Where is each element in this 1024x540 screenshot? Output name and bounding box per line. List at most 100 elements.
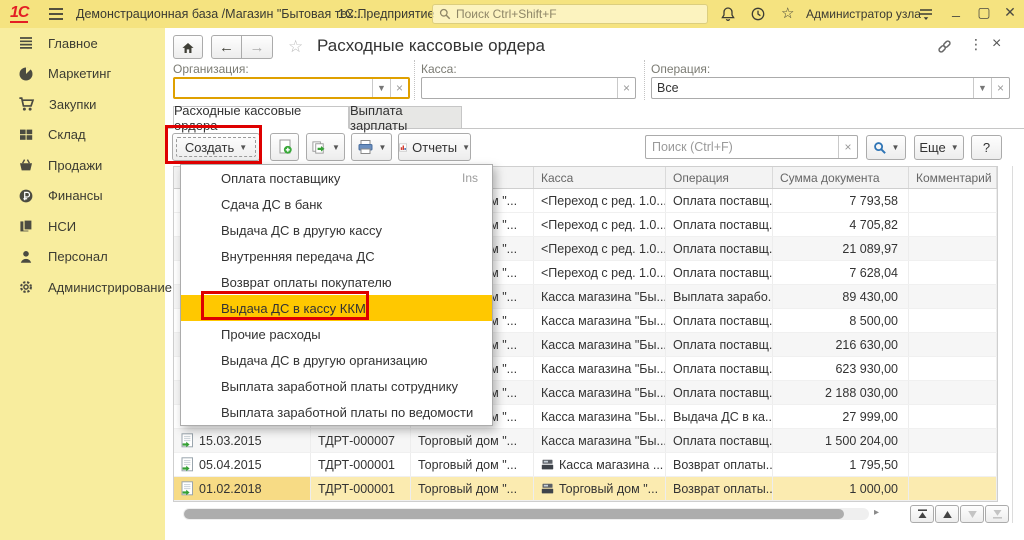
more-button[interactable]: Еще▼ [914, 135, 964, 160]
1c-logo[interactable]: 1С [10, 4, 28, 23]
home-button[interactable] [173, 35, 203, 59]
sidebar-item-basket[interactable]: Продажи [0, 150, 165, 181]
menu-item-10[interactable]: Выплата заработной платы по ведомости [181, 399, 492, 425]
sidebar-item-books[interactable]: НСИ [0, 211, 165, 242]
reports-button[interactable]: Отчеты▼ [398, 133, 471, 161]
operation-filter-input[interactable]: Все ▼ × [651, 77, 1010, 99]
kassa-value: <Переход с ред. 1.0... [541, 194, 666, 208]
org-clear-icon[interactable]: × [390, 79, 408, 97]
scroll-top-button[interactable] [910, 505, 934, 523]
sidebar-item-gear[interactable]: Администрирование [0, 272, 165, 303]
menu-item-label: Выдача ДС в другую организацию [221, 353, 428, 368]
column-header-kassa[interactable]: Касса [534, 167, 666, 188]
ruble-icon [18, 188, 34, 204]
create-new-icon-button[interactable] [270, 133, 299, 161]
forward-button[interactable]: → [242, 35, 273, 59]
global-search-placeholder: Поиск Ctrl+Shift+F [456, 7, 557, 21]
table-row[interactable]: 01.02.2018ТДРТ-000001Торговый дом "...То… [174, 477, 997, 501]
close-form-button[interactable]: × [992, 35, 1001, 53]
sidebar-item-pie[interactable]: Маркетинг [0, 59, 165, 90]
menu-item-8[interactable]: Выдача ДС в другую организацию [181, 347, 492, 373]
kassa-filter-input[interactable]: × [421, 77, 636, 99]
minimize-button[interactable]: _ [946, 1, 966, 17]
sidebar-item-person[interactable]: Персонал [0, 242, 165, 273]
scroll-down-button[interactable] [960, 505, 984, 523]
back-button[interactable]: ← [211, 35, 242, 59]
current-user[interactable]: Администратор узла [806, 7, 921, 21]
favorite-star-icon[interactable]: ☆ [288, 37, 303, 57]
cell-kassa: Касса магазина ... [534, 453, 666, 476]
close-window-button[interactable]: ✕ [1000, 4, 1020, 21]
menu-item-2[interactable]: Сдача ДС в банк [181, 191, 492, 217]
org-filter-input[interactable]: ▼ × [173, 77, 410, 99]
cell-date: 15.03.2015 [174, 429, 311, 452]
more-menu-icon[interactable]: ⋮ [969, 37, 983, 51]
tab-salary-payment[interactable]: Выплата зарплаты [349, 106, 462, 129]
create-dropdown-menu: Оплата поставщикуInsСдача ДС в банкВыдач… [180, 164, 493, 426]
menu-item-6[interactable]: Выдача ДС в кассу ККМ [181, 295, 492, 321]
help-button[interactable]: ? [971, 135, 1002, 160]
menu-item-label: Внутренняя передача ДС [221, 249, 375, 264]
list-search-input[interactable]: Поиск (Ctrl+F) × [645, 135, 858, 159]
kassa-clear-icon[interactable]: × [617, 78, 635, 98]
horizontal-scrollbar-thumb[interactable] [184, 509, 844, 519]
global-search-input[interactable]: Поиск Ctrl+Shift+F [432, 4, 708, 24]
menu-item-7[interactable]: Прочие расходы [181, 321, 492, 347]
create-button[interactable]: Создать▼ [172, 133, 260, 161]
create-button-label: Создать [185, 140, 234, 155]
cell-sum: 1 000,00 [773, 477, 909, 500]
form-right-border [1012, 166, 1013, 523]
cell-comment [909, 285, 997, 308]
column-header-comment[interactable]: Комментарий [909, 167, 997, 188]
sidebar-item-menu[interactable]: Главное [0, 28, 165, 59]
menu-item-label: Возврат оплаты покупателю [221, 275, 392, 290]
cell-organization: Торговый дом "... [411, 477, 534, 500]
sidebar-item-ruble[interactable]: Финансы [0, 181, 165, 212]
notifications-bell-icon[interactable] [720, 6, 736, 22]
org-dropdown-icon[interactable]: ▼ [372, 79, 390, 97]
operation-dropdown-icon[interactable]: ▼ [973, 78, 991, 98]
menu-item-1[interactable]: Оплата поставщикуIns [181, 165, 492, 191]
service-menu-icon[interactable] [918, 6, 934, 21]
scroll-up-button[interactable] [935, 505, 959, 523]
sidebar-item-grid[interactable]: Склад [0, 120, 165, 151]
list-search-clear-icon[interactable]: × [838, 136, 857, 158]
cell-comment [909, 453, 997, 476]
print-button[interactable]: ▼ [351, 133, 392, 161]
cell-kassa: Касса магазина "Бы... [534, 405, 666, 428]
history-icon[interactable] [750, 6, 766, 22]
app-name: 1С:Предприятие [338, 7, 435, 21]
menu-item-5[interactable]: Возврат оплаты покупателю [181, 269, 492, 295]
cart-icon [18, 96, 35, 112]
menu-item-4[interactable]: Внутренняя передача ДС [181, 243, 492, 269]
menu-item-9[interactable]: Выплата заработной платы сотруднику [181, 373, 492, 399]
cell-sum: 216 630,00 [773, 333, 909, 356]
kassa-value: <Переход с ред. 1.0... [541, 266, 666, 280]
column-header-sum[interactable]: Сумма документа [773, 167, 909, 188]
link-icon[interactable] [936, 38, 953, 55]
scroll-bottom-button[interactable] [985, 505, 1009, 523]
cell-operation: Выплата зарабо... [666, 285, 773, 308]
table-row[interactable]: 05.04.2015ТДРТ-000001Торговый дом "...Ка… [174, 453, 997, 477]
sidebar-item-cart[interactable]: Закупки [0, 89, 165, 120]
scroll-right-icon[interactable]: ▸ [874, 507, 879, 518]
tab-cash-orders[interactable]: Расходные кассовые ордера [173, 106, 349, 129]
cell-sum: 27 999,00 [773, 405, 909, 428]
column-header-operation[interactable]: Операция [666, 167, 773, 188]
operation-filter-label: Операция: [651, 62, 710, 76]
cell-sum: 7 793,58 [773, 189, 909, 212]
copy-button[interactable]: ▼ [306, 133, 345, 161]
sidebar-item-label: Финансы [48, 188, 103, 203]
cell-comment [909, 357, 997, 380]
table-row[interactable]: 15.03.2015ТДРТ-000007Торговый дом "...Ка… [174, 429, 997, 453]
operation-clear-icon[interactable]: × [991, 78, 1009, 98]
pie-icon [18, 66, 34, 82]
maximize-button[interactable]: ▢ [974, 4, 994, 21]
favorites-star-icon[interactable]: ☆ [781, 4, 794, 22]
cell-sum: 7 628,04 [773, 261, 909, 284]
horizontal-scrollbar[interactable] [183, 508, 869, 520]
search-settings-button[interactable]: ▼ [866, 135, 906, 160]
main-menu-icon[interactable] [48, 7, 64, 21]
menu-item-3[interactable]: Выдача ДС в другую кассу [181, 217, 492, 243]
cell-kassa: <Переход с ред. 1.0... [534, 189, 666, 212]
